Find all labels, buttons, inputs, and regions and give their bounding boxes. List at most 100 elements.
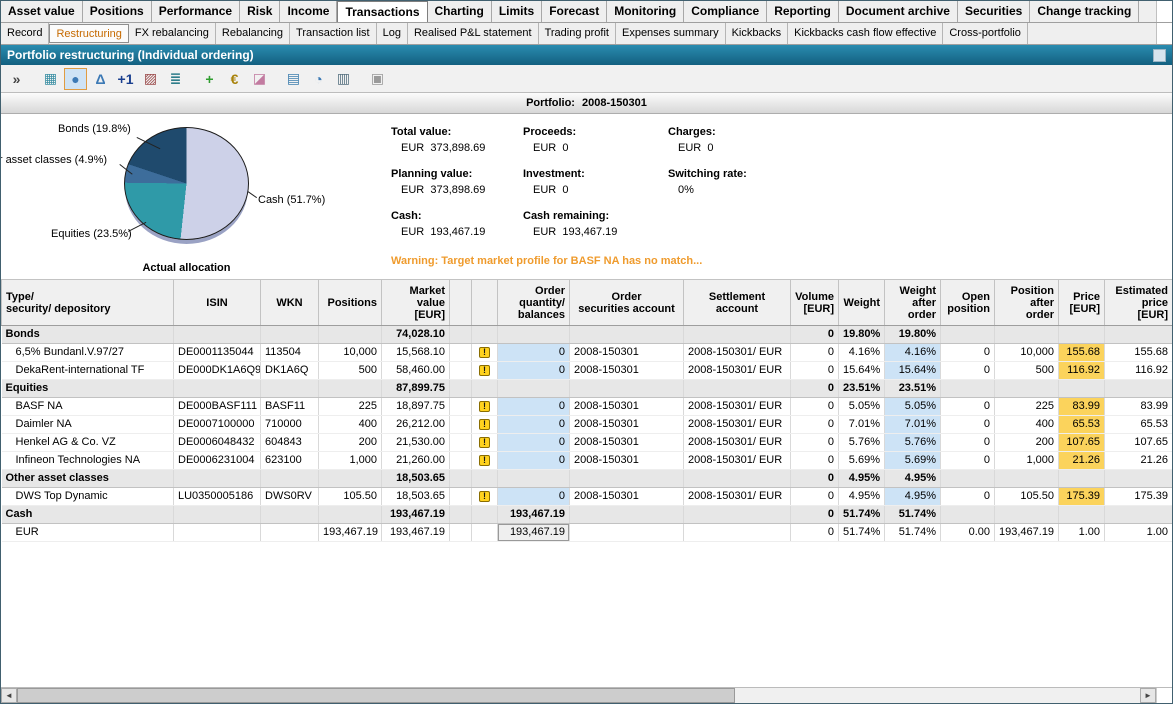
- menu-item-document-archive[interactable]: Document archive: [839, 1, 958, 22]
- column-header-positions[interactable]: Positions: [319, 280, 382, 326]
- column-header-volume[interactable]: Volume [EUR]: [791, 280, 839, 326]
- subtab-realised-p-l-statement[interactable]: Realised P&L statement: [408, 23, 539, 44]
- menu-item-charting[interactable]: Charting: [428, 1, 492, 22]
- column-header-pos-after[interactable]: Position after order: [995, 280, 1059, 326]
- order-quantity-cell[interactable]: 0: [498, 452, 570, 470]
- subtab-trading-profit[interactable]: Trading profit: [539, 23, 616, 44]
- column-header-weight-after[interactable]: Weight after order: [885, 280, 941, 326]
- order-quantity-cell[interactable]: 0: [498, 344, 570, 362]
- subtab-kickbacks[interactable]: Kickbacks: [726, 23, 789, 44]
- subtab-rebalancing[interactable]: Rebalancing: [216, 23, 290, 44]
- duplicate-window-icon[interactable]: ▣: [366, 68, 389, 90]
- clear-icon[interactable]: ◪: [248, 68, 271, 90]
- cell-name: 6,5% Bundanl.V.97/27: [2, 344, 174, 362]
- table-row-infineon-technologies-na[interactable]: Infineon Technologies NADE00062310046231…: [2, 452, 1173, 470]
- table-row-eur[interactable]: EUR193,467.19193,467.19193,467.19051.74%…: [2, 524, 1173, 542]
- subtab-restructuring[interactable]: Restructuring: [49, 24, 128, 43]
- cell-est-price: 107.65: [1105, 434, 1173, 452]
- menu-item-reporting[interactable]: Reporting: [767, 1, 839, 22]
- subtab-fx-rebalancing[interactable]: FX rebalancing: [129, 23, 216, 44]
- chart-analysis-icon[interactable]: ▥: [332, 68, 355, 90]
- order-quantity-cell[interactable]: 0: [498, 416, 570, 434]
- column-header-order-account[interactable]: Order securities account: [570, 280, 684, 326]
- cell-pos-after: [995, 470, 1059, 488]
- column-header-price[interactable]: Price [EUR]: [1059, 280, 1105, 326]
- column-header-market-value[interactable]: Market value [EUR]: [382, 280, 450, 326]
- scrollbar-track[interactable]: [735, 688, 1140, 703]
- column-header-isin[interactable]: ISIN: [174, 280, 261, 326]
- order-quantity-cell[interactable]: 0: [498, 398, 570, 416]
- subtab-record[interactable]: Record: [1, 23, 49, 44]
- order-quantity-cell[interactable]: 193,467.19: [498, 524, 570, 542]
- add-position-icon[interactable]: +: [198, 68, 221, 90]
- menu-item-asset-value[interactable]: Asset value: [1, 1, 83, 22]
- menu-item-limits[interactable]: Limits: [492, 1, 542, 22]
- cell-wkn: [261, 326, 319, 344]
- menu-item-income[interactable]: Income: [280, 1, 337, 22]
- cell-settlement: [684, 380, 791, 398]
- menu-item-change-tracking[interactable]: Change tracking: [1030, 1, 1139, 22]
- order-quantity-cell[interactable]: 0: [498, 488, 570, 506]
- subtab-log[interactable]: Log: [377, 23, 408, 44]
- cell-settlement: 2008-150301/ EUR: [684, 434, 791, 452]
- subtab-expenses-summary[interactable]: Expenses summary: [616, 23, 726, 44]
- cell-wkn: [261, 470, 319, 488]
- group-row-other-asset-classes[interactable]: Other asset classes18,503.6504.95%4.95%: [2, 470, 1173, 488]
- delta-icon[interactable]: Δ: [89, 68, 112, 90]
- globe-icon[interactable]: ●: [64, 68, 87, 90]
- allocation-table-icon[interactable]: ▦: [39, 68, 62, 90]
- order-quantity-cell[interactable]: 0: [498, 434, 570, 452]
- cell-est-price: 65.53: [1105, 416, 1173, 434]
- summary-column-3: Charges:EUR 0Switching rate:0%: [668, 126, 838, 252]
- menu-item-risk[interactable]: Risk: [240, 1, 280, 22]
- order-quantity-cell[interactable]: 0: [498, 362, 570, 380]
- scroll-right-button[interactable]: ►: [1140, 688, 1156, 703]
- column-header-blank[interactable]: [472, 280, 498, 326]
- menu-item-transactions[interactable]: Transactions: [337, 1, 427, 22]
- scrollbar-thumb[interactable]: [17, 688, 735, 703]
- table-row-6-5-bundanl-v-97-27[interactable]: 6,5% Bundanl.V.97/27DE000113504411350410…: [2, 344, 1173, 362]
- cell-order-qty: [498, 380, 570, 398]
- cell-isin: DE0007100000: [174, 416, 261, 434]
- column-header-order-qty[interactable]: Order quantity/ balances: [498, 280, 570, 326]
- subtab-kickbacks-cash-flow-effective[interactable]: Kickbacks cash flow effective: [788, 23, 943, 44]
- column-header-blank[interactable]: [450, 280, 472, 326]
- group-row-bonds[interactable]: Bonds74,028.10019.80%19.80%: [2, 326, 1173, 344]
- subtab-cross-portfolio[interactable]: Cross-portfolio: [943, 23, 1028, 44]
- column-header-weight[interactable]: Weight: [839, 280, 885, 326]
- summary-value: EUR 373,898.69: [391, 184, 523, 196]
- sliders-icon[interactable]: ≣: [164, 68, 187, 90]
- menu-item-securities[interactable]: Securities: [958, 1, 1030, 22]
- table-row-henkel-ag-co-vz[interactable]: Henkel AG & Co. VZDE00060484326048432002…: [2, 434, 1173, 452]
- titlebar-window-icon[interactable]: [1153, 49, 1166, 62]
- menu-item-performance[interactable]: Performance: [152, 1, 240, 22]
- column-header-est-price[interactable]: Estimated price [EUR]: [1105, 280, 1173, 326]
- group-row-equities[interactable]: Equities87,899.75023.51%23.51%: [2, 380, 1173, 398]
- subtab-transaction-list[interactable]: Transaction list: [290, 23, 377, 44]
- scroll-left-button[interactable]: ◄: [1, 688, 17, 703]
- column-header-wkn[interactable]: WKN: [261, 280, 319, 326]
- menu-item-forecast[interactable]: Forecast: [542, 1, 607, 22]
- cell-positions: 193,467.19: [319, 524, 382, 542]
- more-tools-icon[interactable]: »: [5, 68, 28, 90]
- horizontal-scrollbar[interactable]: ◄ ►: [1, 687, 1172, 703]
- menu-item-positions[interactable]: Positions: [83, 1, 152, 22]
- table-row-basf-na[interactable]: BASF NADE000BASF111BASF1122518,897.75!02…: [2, 398, 1173, 416]
- column-header-name[interactable]: Type/ security/ depository: [2, 280, 174, 326]
- column-header-settlement[interactable]: Settlement account: [684, 280, 791, 326]
- cell-name: Other asset classes: [2, 470, 174, 488]
- table-row-daimler-na[interactable]: Daimler NADE000710000071000040026,212.00…: [2, 416, 1173, 434]
- cell-pos-after: [995, 506, 1059, 524]
- column-header-open-pos[interactable]: Open position: [941, 280, 995, 326]
- menu-item-compliance[interactable]: Compliance: [684, 1, 767, 22]
- time-icon[interactable]: ◔: [307, 68, 330, 90]
- plus-one-icon[interactable]: +1: [114, 68, 137, 90]
- table-row-dekarent-international-tf[interactable]: DekaRent-international TFDE000DK1A6Q9DK1…: [2, 362, 1173, 380]
- euro-icon[interactable]: €: [223, 68, 246, 90]
- chart-export-icon[interactable]: ▤: [282, 68, 305, 90]
- menu-item-monitoring[interactable]: Monitoring: [607, 1, 684, 22]
- warning-text: Warning: Target market profile for BASF …: [391, 255, 702, 267]
- chart-disabled-icon[interactable]: ▨: [139, 68, 162, 90]
- table-row-dws-top-dynamic[interactable]: DWS Top DynamicLU0350005186DWS0RV105.501…: [2, 488, 1173, 506]
- group-row-cash[interactable]: Cash193,467.19193,467.19051.74%51.74%: [2, 506, 1173, 524]
